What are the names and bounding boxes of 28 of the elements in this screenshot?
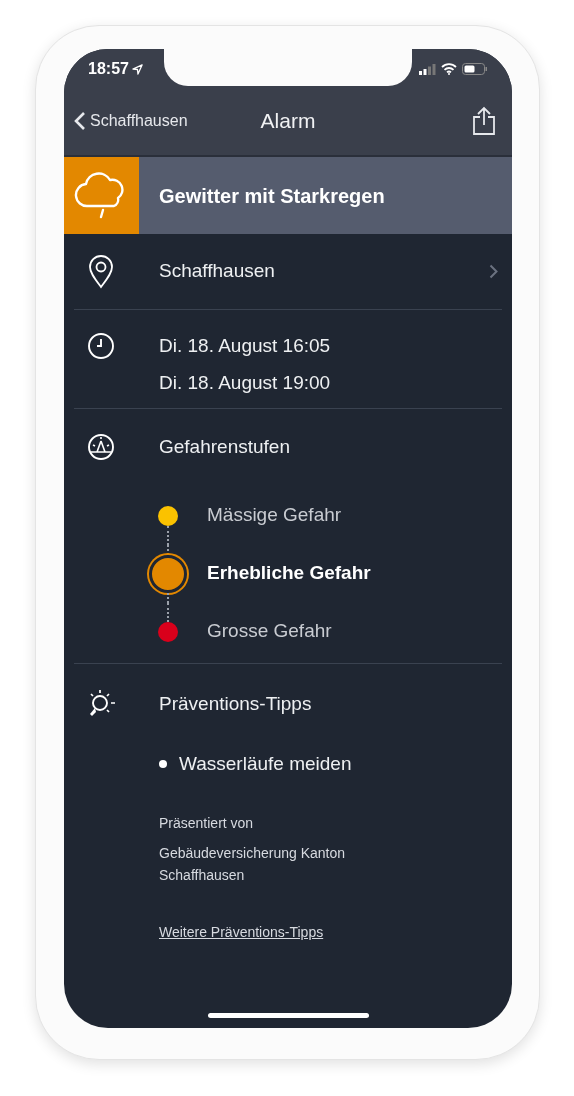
level-label: Erhebliche Gefahr	[207, 561, 371, 586]
back-button[interactable]: Schaffhausen	[74, 109, 224, 133]
start-time: Di. 18. August 16:05	[159, 334, 331, 358]
bullet-icon	[159, 760, 167, 769]
location-pin-icon	[87, 254, 114, 289]
location-arrow-icon	[131, 63, 143, 75]
back-chevron-icon	[74, 111, 86, 131]
level-label: Grosse Gefahr	[207, 619, 332, 644]
location-row[interactable]: Schaffhausen	[74, 234, 502, 310]
status-time: 18:57	[88, 59, 129, 79]
section-title: Gefahrenstufen	[159, 435, 290, 459]
more-tips-link[interactable]: Weitere Präventions-Tipps	[159, 921, 324, 943]
gauge-icon	[86, 433, 115, 462]
signal-icon	[419, 63, 436, 75]
level-label: Mässige Gefahr	[207, 503, 342, 528]
screen-title: Alarm	[260, 108, 316, 135]
location-label: Schaffhausen	[159, 259, 276, 284]
chevron-right-icon	[489, 264, 498, 279]
sponsor-name: Gebäudeversicherung Kanton Schaffhausen	[159, 843, 347, 885]
presented-by-label: Präsentiert von	[159, 813, 255, 833]
tip-text: Wasserläufe meiden	[179, 752, 352, 776]
end-time: Di. 18. August 19:00	[159, 370, 331, 395]
alert-title: Gewitter mit Starkregen	[158, 183, 385, 209]
wifi-icon	[441, 63, 457, 75]
clock-icon	[86, 332, 115, 360]
share-icon[interactable]	[472, 106, 496, 136]
battery-icon	[462, 63, 488, 75]
section-title: Präventions-Tipps	[159, 691, 312, 716]
